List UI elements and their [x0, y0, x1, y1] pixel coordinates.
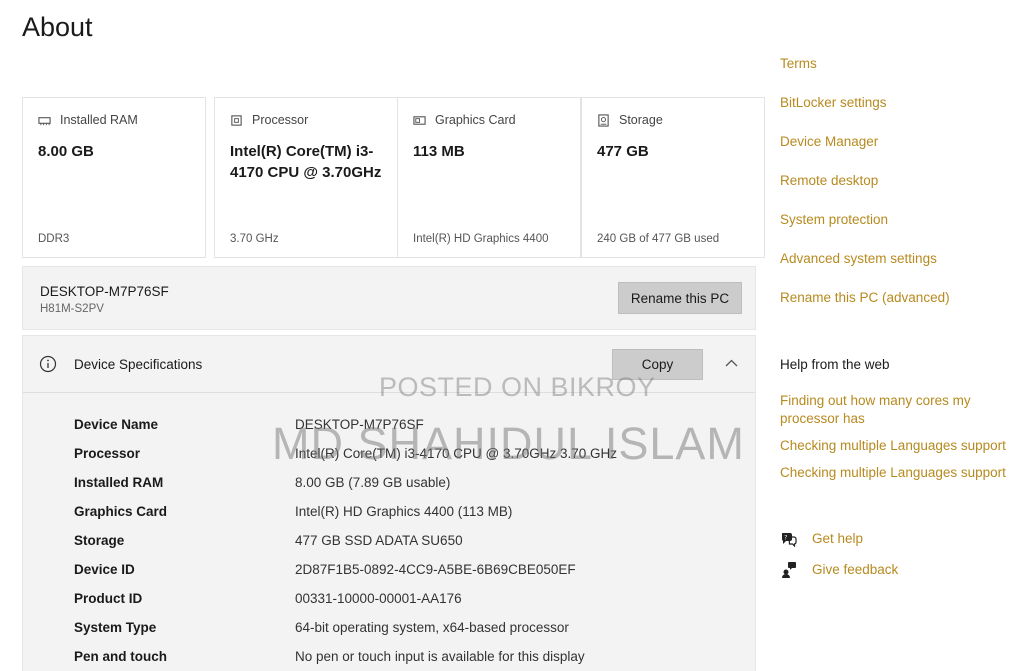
give-feedback-label: Give feedback: [812, 562, 899, 577]
spec-value: 477 GB SSD ADATA SU650: [295, 533, 463, 548]
card-value: 477 GB: [597, 143, 649, 160]
spec-value: 00331-10000-00001-AA176: [295, 591, 462, 606]
link-bitlocker-settings[interactable]: BitLocker settings: [780, 94, 1020, 112]
svg-text:?: ?: [784, 534, 787, 541]
link-device-manager[interactable]: Device Manager: [780, 133, 1020, 151]
card-label: Graphics Card: [435, 113, 516, 127]
card-sub: Intel(R) HD Graphics 4400: [413, 233, 549, 245]
device-specifications-title: Device Specifications: [74, 357, 203, 372]
spec-key: Product ID: [74, 591, 143, 606]
spec-row: Pen and touch No pen or touch input is av…: [74, 649, 754, 669]
card-label: Storage: [619, 113, 663, 127]
card-storage: Storage 477 GB 240 GB of 477 GB used: [581, 97, 765, 258]
link-terms[interactable]: Terms: [780, 55, 1020, 73]
pc-name: DESKTOP-M7P76SF: [40, 284, 169, 299]
link-rename-pc-advanced[interactable]: Rename this PC (advanced): [780, 289, 1020, 307]
spec-value: DESKTOP-M7P76SF: [295, 417, 424, 432]
spec-value: 8.00 GB (7.89 GB usable): [295, 475, 451, 490]
spec-row: Device ID 2D87F1B5-0892-4CC9-A5BE-6B69CBE…: [74, 562, 754, 582]
chevron-up-icon[interactable]: [724, 356, 739, 371]
spec-row: Device Name DESKTOP-M7P76SF: [74, 417, 754, 437]
spec-key: Device ID: [74, 562, 135, 577]
get-help-label: Get help: [812, 531, 864, 546]
spec-row: Graphics Card Intel(R) HD Graphics 4400 (…: [74, 504, 754, 524]
page-title: About: [22, 12, 93, 42]
spec-value: Intel(R) HD Graphics 4400 (113 MB): [295, 504, 513, 519]
spec-row: Product ID 00331-10000-00001-AA176: [74, 591, 754, 611]
rename-pc-button[interactable]: Rename this PC: [618, 282, 742, 314]
help-heading: Help from the web: [780, 357, 890, 372]
copy-button[interactable]: Copy: [612, 349, 703, 380]
spec-key: Device Name: [74, 417, 159, 432]
link-remote-desktop[interactable]: Remote desktop: [780, 172, 1020, 190]
link-help-languages[interactable]: Checking multiple Languages support: [780, 437, 1030, 455]
spec-key: Storage: [74, 533, 125, 548]
spec-value: 2D87F1B5-0892-4CC9-A5BE-6B69CBE050EF: [295, 562, 576, 577]
processor-icon: [231, 114, 242, 126]
card-label: Processor: [252, 113, 309, 127]
get-help-link[interactable]: ? Get help: [780, 530, 863, 547]
ram-icon: [38, 116, 51, 125]
card-sub: 3.70 GHz: [230, 233, 279, 245]
device-specifications-panel: Device Specifications Copy Device Name DE…: [22, 335, 756, 671]
link-system-protection[interactable]: System protection: [780, 211, 1020, 229]
spec-row: Storage 477 GB SSD ADATA SU650: [74, 533, 754, 553]
card-processor: Processor Intel(R) Core(TM) i3-4170 CPU …: [214, 97, 398, 258]
spec-key: Processor: [74, 446, 141, 461]
graphics-card-icon: [413, 115, 426, 125]
link-help-languages[interactable]: Checking multiple Languages support: [780, 464, 1030, 482]
device-specifications-header[interactable]: Device Specifications Copy: [23, 336, 755, 393]
pc-name-bar: DESKTOP-M7P76SF H81M-S2PV Rename this PC: [22, 266, 756, 330]
spec-value: No pen or touch input is available for t…: [295, 649, 585, 664]
feedback-icon: [782, 562, 796, 578]
card-value: 113 MB: [413, 143, 465, 160]
storage-icon: [598, 113, 609, 127]
link-help-cores[interactable]: Finding out how many cores my processor …: [780, 392, 990, 428]
spec-value: Intel(R) Core(TM) i3-4170 CPU @ 3.70GHz …: [295, 446, 618, 461]
card-sub: DDR3: [38, 233, 70, 245]
spec-key: Pen and touch: [74, 649, 168, 664]
spec-value: 64-bit operating system, x64-based proce…: [295, 620, 569, 635]
card-graphics: Graphics Card 113 MB Intel(R) HD Graphic…: [397, 97, 581, 258]
card-value: Intel(R) Core(TM) i3-4170 CPU @ 3.70GHz: [230, 143, 382, 181]
info-icon: [39, 355, 57, 373]
get-help-icon: ?: [781, 533, 797, 547]
card-installed-ram: Installed RAM 8.00 GB DDR3: [22, 97, 206, 258]
spec-key: Installed RAM: [74, 475, 164, 490]
spec-row: Installed RAM 8.00 GB (7.89 GB usable): [74, 475, 754, 495]
give-feedback-link[interactable]: Give feedback: [780, 561, 898, 578]
card-value: 8.00 GB: [38, 143, 94, 160]
spec-key: Graphics Card: [74, 504, 168, 519]
spec-row: System Type 64-bit operating system, x64-…: [74, 620, 754, 640]
card-label: Installed RAM: [60, 113, 138, 127]
card-sub: 240 GB of 477 GB used: [597, 233, 720, 245]
pc-model: H81M-S2PV: [40, 303, 104, 315]
spec-row: Processor Intel(R) Core(TM) i3-4170 CPU @…: [74, 446, 754, 466]
link-advanced-system-settings[interactable]: Advanced system settings: [780, 250, 1020, 268]
spec-key: System Type: [74, 620, 157, 635]
